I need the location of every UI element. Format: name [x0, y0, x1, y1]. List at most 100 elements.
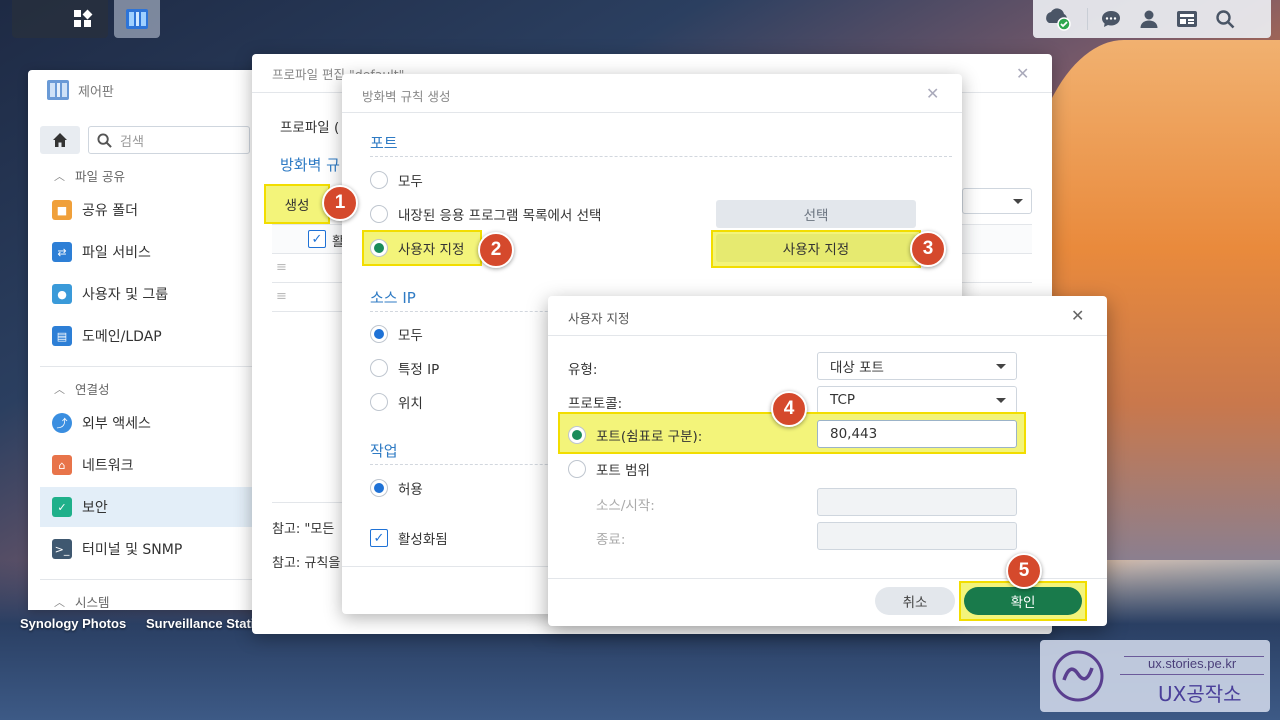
close-icon[interactable]: ✕ [926, 84, 939, 103]
section-file-sharing[interactable]: ︿ 파일 공유 [54, 166, 125, 185]
drag-handle-icon[interactable]: ≡ [276, 289, 287, 304]
port-range-radio[interactable]: 포트 범위 [568, 459, 650, 479]
sidebar-item-network[interactable]: ⌂ 네트워크 [40, 445, 258, 485]
search-placeholder: 검색 [120, 134, 144, 150]
ports-input[interactable]: 80,443 [817, 420, 1017, 448]
section-system[interactable]: ︿ 시스템 [54, 592, 110, 610]
terminal-icon: >_ [52, 539, 72, 559]
protocol-select[interactable]: TCP [817, 386, 1017, 414]
radio-label: 내장된 응용 프로그램 목록에서 선택 [398, 208, 602, 224]
section-connectivity[interactable]: ︿ 연결성 [54, 379, 110, 398]
firewall-dialog-title: 방화벽 규칙 생성 [362, 89, 451, 104]
sidebar-item-label: 터미널 및 SNMP [82, 542, 183, 558]
home-icon [53, 133, 67, 147]
radio-button[interactable] [370, 479, 388, 497]
cloud-check-icon [1046, 8, 1071, 31]
file-services-icon: ⇄ [52, 242, 72, 262]
type-select-value: 대상 포트 [830, 360, 884, 376]
sidebar-item-label: 사용자 및 그룹 [82, 287, 169, 303]
sidebar-item-security[interactable]: ✓ 보안 [40, 487, 258, 527]
notifications-button[interactable] [1092, 0, 1130, 38]
radio-button[interactable] [568, 426, 586, 444]
radio-button[interactable] [370, 205, 388, 223]
user-button[interactable] [1130, 0, 1168, 38]
port-builtin-radio[interactable]: 내장된 응용 프로그램 목록에서 선택 [370, 204, 601, 224]
port-all-radio[interactable]: 모두 [370, 170, 423, 190]
sidebar-item-external-access[interactable]: ⤴ 외부 액세스 [40, 403, 258, 443]
profile-select[interactable] [962, 188, 1032, 214]
select-button-label: 선택 [803, 208, 829, 224]
control-panel-taskbar-button[interactable] [114, 0, 160, 38]
chevron-up-icon: ︿ [54, 595, 65, 609]
step-badge-1: 1 [322, 185, 358, 221]
ok-button[interactable]: 확인 [964, 587, 1082, 615]
radio-button[interactable] [370, 325, 388, 343]
search-icon [97, 132, 112, 148]
sidebar-item-user-group[interactable]: ● 사용자 및 그룹 [40, 274, 258, 314]
sidebar-item-label: 네트워크 [82, 458, 134, 474]
divider [1120, 674, 1264, 675]
chevron-up-icon: ︿ [54, 169, 65, 183]
type-label: 유형: [568, 362, 598, 378]
ip-location-radio[interactable]: 위치 [370, 392, 423, 412]
taskbar-divider [1087, 8, 1088, 30]
divider [342, 112, 962, 113]
ip-specific-radio[interactable]: 특정 IP [370, 358, 439, 378]
sidebar-item-label: 도메인/LDAP [82, 329, 162, 345]
type-select[interactable]: 대상 포트 [817, 352, 1017, 380]
sidebar-item-domain-ldap[interactable]: ▤ 도메인/LDAP [40, 316, 258, 356]
widgets-button[interactable] [1168, 0, 1206, 38]
watermark-brand: UX공작소 [1158, 682, 1242, 706]
ports-radio[interactable]: 포트(쉼표로 구분): [568, 425, 702, 445]
widgets-icon [1177, 11, 1197, 27]
app-grid-button[interactable] [58, 0, 108, 38]
main-menu-button[interactable] [12, 0, 56, 38]
sidebar-item-file-services[interactable]: ⇄ 파일 서비스 [40, 232, 258, 272]
select-all-checkbox[interactable]: ✓ [308, 230, 326, 248]
radio-button[interactable] [568, 460, 586, 478]
domain-icon: ▤ [52, 326, 72, 346]
radio-button[interactable] [370, 393, 388, 411]
network-icon: ⌂ [52, 455, 72, 475]
step-badge-2: 2 [478, 232, 514, 268]
source-ip-section-title: 소스 IP [370, 289, 416, 307]
custom-button[interactable]: 사용자 지정 [716, 234, 916, 262]
enabled-checkbox-row[interactable]: ✓ 활성화됨 [370, 528, 448, 548]
sidebar-item-terminal-snmp[interactable]: >_ 터미널 및 SNMP [40, 529, 258, 569]
radio-button[interactable] [370, 359, 388, 377]
sidebar-item-shared-folder[interactable]: ■ 공유 폴더 [40, 190, 258, 230]
search-button[interactable] [1206, 0, 1244, 38]
firewall-rules-title: 방화벽 규 [280, 156, 340, 174]
search-input[interactable]: 검색 [88, 126, 250, 154]
desktop-label-surveillance[interactable]: Surveillance Stati [146, 616, 254, 631]
shield-icon: ✓ [52, 497, 72, 517]
drag-handle-icon[interactable]: ≡ [276, 260, 287, 275]
end-input[interactable] [817, 522, 1017, 550]
close-icon[interactable]: ✕ [1016, 64, 1029, 83]
select-button[interactable]: 선택 [716, 200, 916, 228]
protocol-label: 프로토콜: [568, 396, 623, 412]
profile-label: 프로파일 ( [280, 120, 340, 136]
ip-all-radio[interactable]: 모두 [370, 324, 423, 344]
radio-label: 포트 범위 [596, 463, 650, 479]
search-icon [1216, 10, 1235, 29]
create-button[interactable]: 생성 [264, 184, 330, 224]
dialog-header: 사용자 지정 ✕ [548, 296, 1107, 336]
desktop-label-photos[interactable]: Synology Photos [20, 616, 126, 631]
enabled-checkbox[interactable]: ✓ [370, 529, 388, 547]
cloud-sync-button[interactable] [1033, 0, 1083, 38]
sidebar-item-label: 외부 액세스 [82, 416, 151, 432]
step-badge-5: 5 [1006, 553, 1042, 589]
control-panel-window: 제어판 검색 ︿ 파일 공유 ■ 공유 폴더 ⇄ 파일 서비스 ● 사용자 및 … [28, 70, 258, 610]
section-label: 시스템 [75, 595, 110, 610]
source-start-input[interactable] [817, 488, 1017, 516]
cancel-button[interactable]: 취소 [875, 587, 955, 615]
radio-button[interactable] [370, 171, 388, 189]
chat-icon [1102, 11, 1120, 27]
home-button[interactable] [40, 126, 80, 154]
radio-button[interactable] [370, 239, 388, 257]
step-badge-3: 3 [910, 231, 946, 267]
close-icon[interactable]: ✕ [1071, 306, 1084, 325]
action-allow-radio[interactable]: 허용 [370, 478, 423, 498]
port-custom-radio[interactable]: 사용자 지정 [370, 238, 464, 258]
